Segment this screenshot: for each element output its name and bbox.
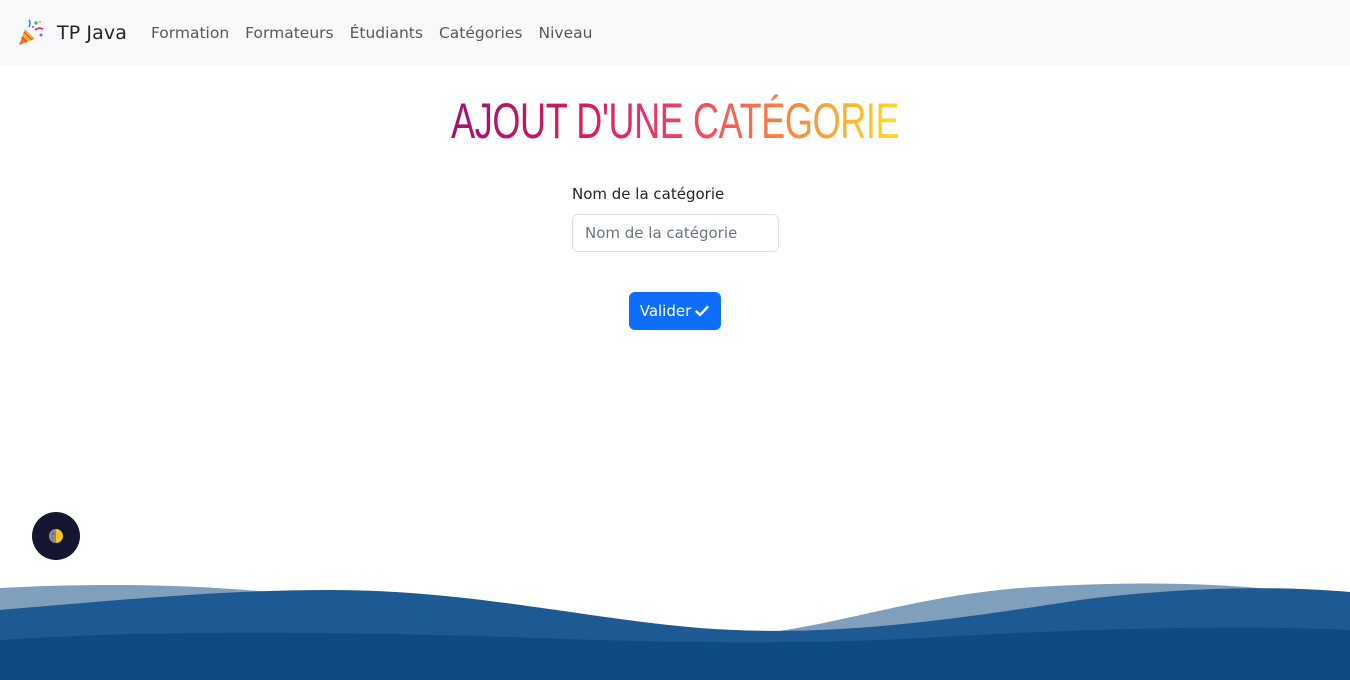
category-name-label: Nom de la catégorie xyxy=(572,185,725,203)
footer-waves xyxy=(0,583,1350,680)
moon-sun-icon xyxy=(49,529,63,543)
nav-link-niveau[interactable]: Niveau xyxy=(539,24,593,42)
brand-link[interactable]: TP Java xyxy=(16,18,127,48)
party-popper-icon xyxy=(16,18,46,48)
nav-link-formation[interactable]: Formation xyxy=(151,24,229,42)
submit-button[interactable]: Valider xyxy=(629,292,721,330)
navbar: TP Java Formation Formateurs Étudiants C… xyxy=(0,0,1350,66)
brand-title: TP Java xyxy=(57,22,127,44)
submit-button-label: Valider xyxy=(639,302,692,320)
theme-toggle-button[interactable] xyxy=(32,512,80,560)
check-icon xyxy=(694,303,710,319)
page-title: AJOUT D'UNE CATÉGORIE xyxy=(0,92,1350,150)
nav-link-categories[interactable]: Catégories xyxy=(439,24,523,42)
category-name-input[interactable] xyxy=(572,214,779,252)
nav-link-formateurs[interactable]: Formateurs xyxy=(245,24,333,42)
nav-link-etudiants[interactable]: Étudiants xyxy=(350,24,423,42)
page-title-text: AJOUT D'UNE CATÉGORIE xyxy=(450,93,900,149)
